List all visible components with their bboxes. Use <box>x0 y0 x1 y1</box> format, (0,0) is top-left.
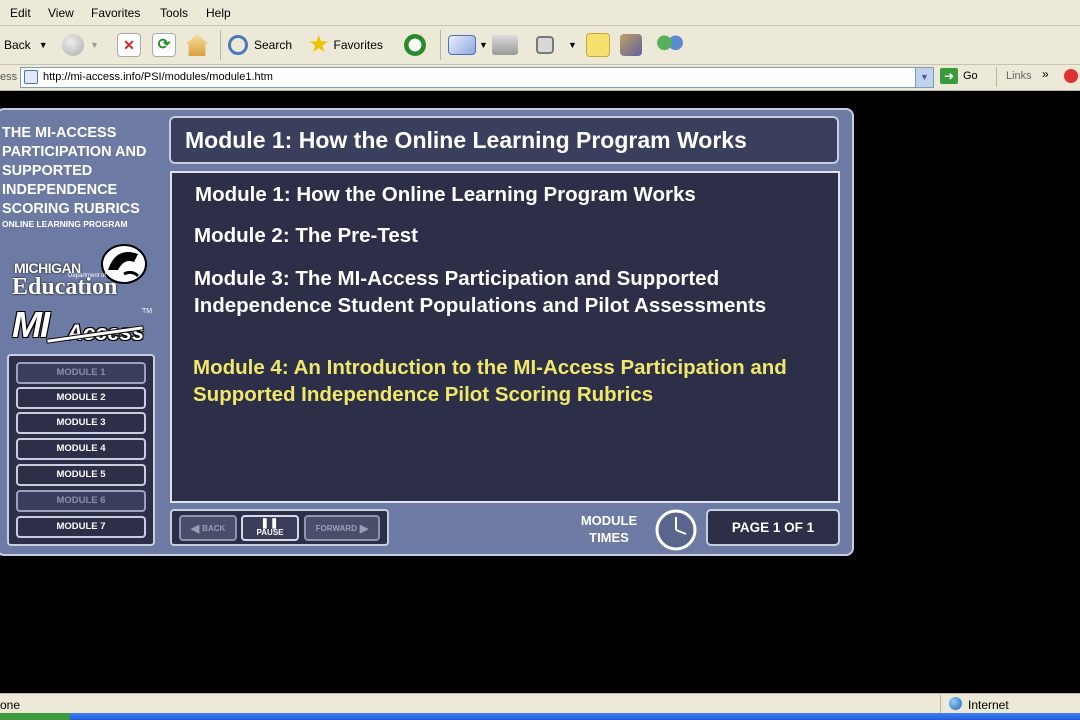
star-icon: ★ <box>308 31 330 58</box>
back-button[interactable]: Back ▼ <box>4 32 48 58</box>
module-list-item-3: Module 3: The MI-Access Participation an… <box>194 267 767 317</box>
menu-bar: Edit View Favorites Tools Help <box>0 0 1080 26</box>
content-panel: Module 1: How the Online Learning Progra… <box>170 171 840 503</box>
toolbar-separator <box>220 30 221 60</box>
module-7-button[interactable]: MODULE 7 <box>16 516 146 538</box>
pause-icon: ❚❚ <box>260 518 280 529</box>
messenger-button[interactable] <box>656 32 684 58</box>
module-6-button[interactable]: MODULE 6 <box>16 490 146 512</box>
home-button[interactable] <box>186 32 208 58</box>
menu-tools[interactable]: Tools <box>160 6 188 20</box>
address-bar: ess http://mi-access.info/PSI/modules/mo… <box>0 65 1080 91</box>
stop-icon: ✕ <box>117 33 141 57</box>
forward-nav-label: FORWARD <box>315 523 357 533</box>
search-button[interactable]: Search <box>228 32 292 58</box>
module-1-button[interactable]: MODULE 1 <box>16 362 146 384</box>
playback-controls: ◀ BACK ❚❚ PAUSE FORWARD ▶ <box>170 509 389 546</box>
print-icon <box>492 35 518 55</box>
mde-logo-education: Education <box>12 274 118 300</box>
messenger-icon <box>656 34 684 56</box>
module-list-item-1: Module 1: How the Online Learning Progra… <box>195 183 696 206</box>
module-list-item-4: Module 4: An Introduction to the MI-Acce… <box>193 356 787 406</box>
address-separator <box>996 67 997 87</box>
refresh-button[interactable]: ⟳ <box>152 32 176 58</box>
pause-label: PAUSE <box>256 528 284 537</box>
globe-icon <box>949 697 962 710</box>
search-label: Search <box>254 38 293 52</box>
forward-nav-button[interactable]: FORWARD ▶ <box>304 515 380 541</box>
mi-access-logo: MI Access TM <box>12 304 157 348</box>
start-button[interactable] <box>0 713 70 720</box>
links-chevron-icon[interactable]: » <box>1042 67 1049 81</box>
refresh-icon: ⟳ <box>152 33 176 57</box>
go-label: Go <box>963 70 978 82</box>
note-icon <box>586 33 610 57</box>
page-indicator: PAGE 1 OF 1 <box>706 509 840 546</box>
taskbar <box>0 713 1080 720</box>
back-nav-label: BACK <box>202 523 226 533</box>
mde-logo: MICHIGAN Department of Education <box>10 240 150 302</box>
favorites-button[interactable]: ★ Favorites <box>308 32 383 58</box>
clock-icon[interactable] <box>654 508 698 552</box>
research-button[interactable] <box>620 32 642 58</box>
menu-help[interactable]: Help <box>206 6 231 20</box>
pause-button[interactable]: ❚❚ PAUSE <box>241 515 299 541</box>
module-times-button[interactable]: MODULE TIMES <box>566 512 652 546</box>
module-nav-panel: MODULE 1 MODULE 2 MODULE 3 MODULE 4 MODU… <box>7 354 155 546</box>
menu-view[interactable]: View <box>48 6 74 20</box>
mail-icon <box>448 35 476 55</box>
zone-text: Internet <box>968 698 1009 712</box>
history-button[interactable] <box>404 32 426 58</box>
module-title-bar: Module 1: How the Online Learning Progra… <box>169 116 839 164</box>
menu-edit[interactable]: Edit <box>10 6 31 20</box>
search-icon <box>228 35 248 55</box>
module-2-button[interactable]: MODULE 2 <box>16 387 146 409</box>
edit-button[interactable]: ▼ <box>536 32 577 58</box>
go-button[interactable]: ➜ Go <box>940 68 978 84</box>
module-3-button[interactable]: MODULE 3 <box>16 412 146 434</box>
toolbar: Back ▼ ▼ ✕ ⟳ Search ★ Favorites ▼ ▼ <box>0 26 1080 65</box>
page-title: Module 1: How the Online Learning Progra… <box>185 127 747 153</box>
module-5-button[interactable]: MODULE 5 <box>16 464 146 486</box>
status-text: one <box>0 698 21 712</box>
menu-favorites[interactable]: Favorites <box>91 6 140 20</box>
edit-icon <box>536 36 554 54</box>
address-input[interactable]: http://mi-access.info/PSI/modules/module… <box>20 67 934 88</box>
page-icon <box>24 70 38 84</box>
history-icon <box>404 34 426 56</box>
home-icon <box>186 34 208 56</box>
mail-dropdown-icon[interactable]: ▼ <box>479 40 488 50</box>
forward-button[interactable]: ▼ <box>62 32 99 58</box>
toolbar-separator <box>440 30 441 60</box>
mi-access-logo-mi: MI <box>12 304 50 345</box>
edit-dropdown-icon[interactable]: ▼ <box>568 40 577 50</box>
address-label: ess <box>0 71 18 83</box>
mi-access-logo-tm: TM <box>142 308 153 315</box>
toolbar-extra-icon[interactable] <box>1064 69 1078 83</box>
print-button[interactable] <box>492 32 518 58</box>
favorites-label: Favorites <box>333 38 383 52</box>
back-dropdown-icon[interactable]: ▼ <box>39 40 48 50</box>
forward-triangle-icon: ▶ <box>359 522 369 535</box>
program-title: THE MI-ACCESS PARTICIPATION AND SUPPORTE… <box>2 125 147 217</box>
program-subtitle: ONLINE LEARNING PROGRAM <box>2 219 128 229</box>
links-label[interactable]: Links <box>1006 70 1032 82</box>
stop-button[interactable]: ✕ <box>117 32 141 58</box>
research-icon <box>620 34 642 56</box>
back-label: Back <box>4 38 31 52</box>
address-url: http://mi-access.info/PSI/modules/module… <box>43 71 273 83</box>
module-4-button[interactable]: MODULE 4 <box>16 438 146 460</box>
discuss-button[interactable] <box>586 32 610 58</box>
back-triangle-icon: ◀ <box>190 522 200 535</box>
status-bar: one Internet <box>0 693 1080 714</box>
forward-arrow-icon <box>62 34 84 56</box>
go-arrow-icon: ➜ <box>940 68 958 84</box>
back-nav-button[interactable]: ◀ BACK <box>179 515 237 541</box>
module-list-item-2: Module 2: The Pre-Test <box>194 224 419 247</box>
status-separator <box>940 695 941 713</box>
mail-button[interactable]: ▼ <box>448 32 488 58</box>
address-dropdown-icon[interactable]: ▼ <box>915 68 933 87</box>
forward-dropdown-icon[interactable]: ▼ <box>90 40 99 50</box>
